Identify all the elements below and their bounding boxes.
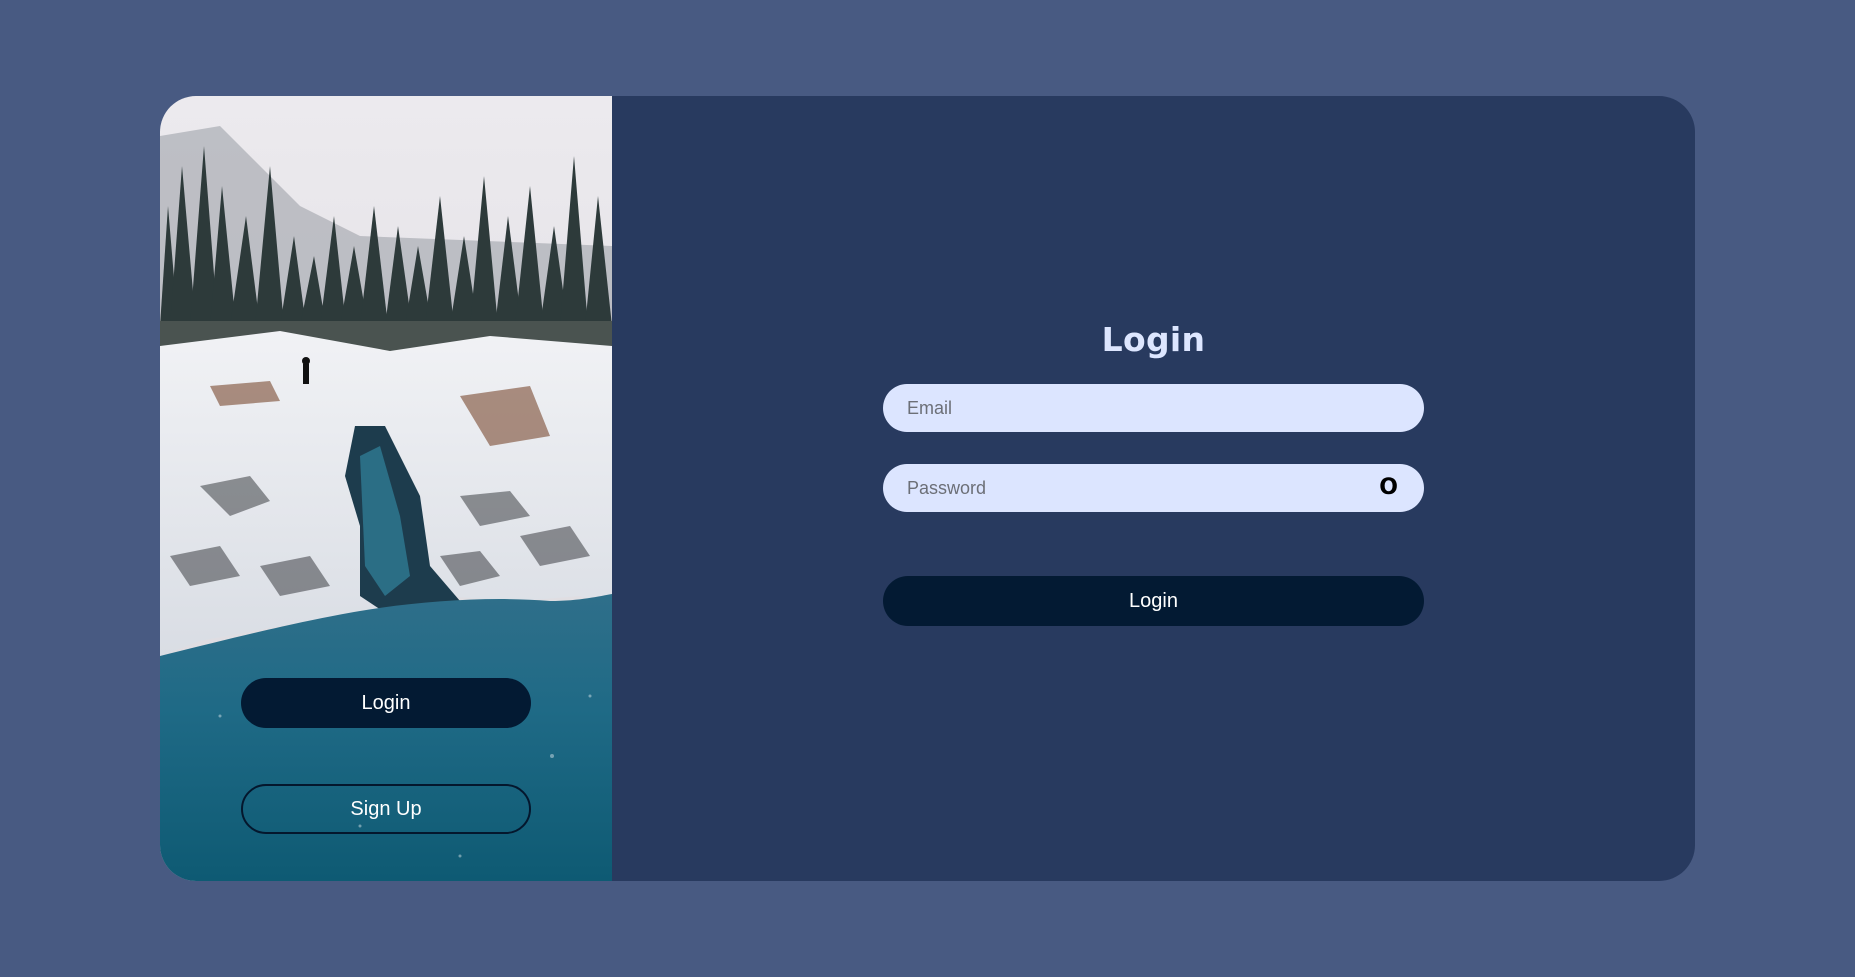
password-field-wrapper: O [883, 464, 1424, 512]
email-input[interactable] [907, 384, 1400, 432]
email-field-wrapper [883, 384, 1424, 432]
side-panel: Login Sign Up [160, 96, 612, 881]
login-submit-button[interactable]: Login [883, 576, 1424, 626]
side-login-button[interactable]: Login [241, 678, 531, 728]
form-title: Login [1101, 320, 1206, 359]
password-visibility-toggle-icon[interactable]: O [1379, 464, 1398, 512]
snowy-river-landscape-image [160, 96, 612, 881]
side-signup-button[interactable]: Sign Up [241, 784, 531, 834]
password-input[interactable] [907, 464, 1347, 512]
login-card: Login Sign Up Login O Login [160, 96, 1695, 881]
login-form-panel: Login O Login [612, 96, 1695, 881]
